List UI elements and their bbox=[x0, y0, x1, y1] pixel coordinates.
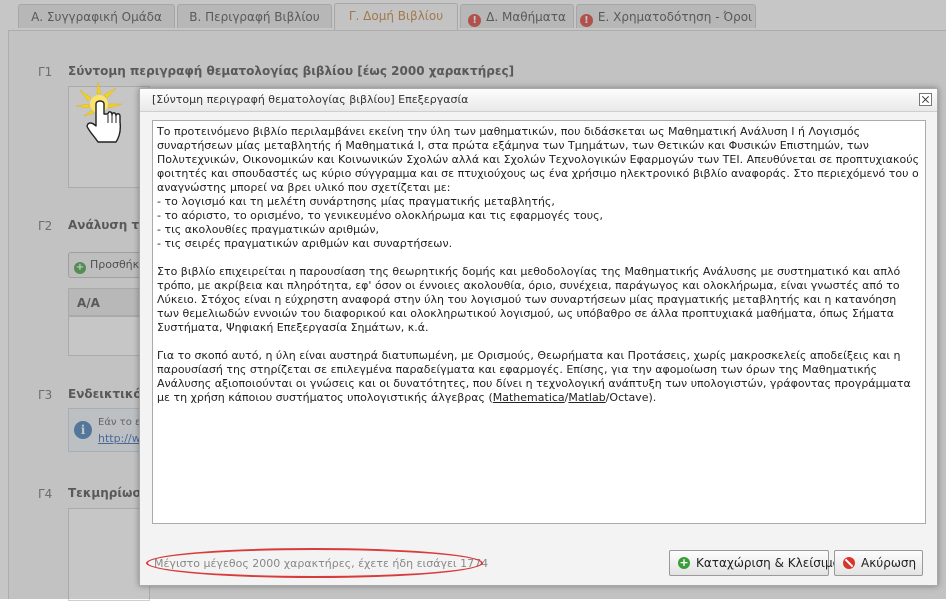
plus-icon bbox=[678, 556, 690, 569]
paragraph-text: /Octave). bbox=[605, 391, 657, 404]
close-icon[interactable] bbox=[919, 93, 932, 106]
text-paragraph: Για το σκοπό αυτό, η ύλη είναι αυστηρά δ… bbox=[157, 349, 921, 405]
edit-dialog: [Σύντομη περιγραφή θεματολογίας βιβλίου]… bbox=[139, 88, 938, 586]
spellcheck-word: Mathematica bbox=[492, 391, 565, 404]
save-close-button[interactable]: Καταχώριση & Κλείσιμο bbox=[669, 550, 840, 576]
spellcheck-word: Matlab bbox=[568, 391, 606, 404]
save-close-label: Καταχώριση & Κλείσιμο bbox=[696, 556, 840, 570]
description-textarea[interactable]: Το προτεινόμενο βιβλίο περιλαμβάνει εκεί… bbox=[152, 120, 926, 524]
cancel-icon bbox=[843, 557, 855, 569]
text-paragraph: Το προτεινόμενο βιβλίο περιλαμβάνει εκεί… bbox=[157, 125, 920, 250]
cancel-label: Ακύρωση bbox=[861, 556, 917, 570]
cancel-button[interactable]: Ακύρωση bbox=[834, 550, 923, 576]
text-paragraph: Στο βιβλίο επιχειρείται η παρουσίαση της… bbox=[157, 265, 904, 334]
highlight-ellipse bbox=[146, 548, 483, 578]
hand-cursor-icon bbox=[75, 81, 128, 148]
dialog-title: [Σύντομη περιγραφή θεματολογίας βιβλίου]… bbox=[152, 93, 469, 106]
dialog-titlebar[interactable]: [Σύντομη περιγραφή θεματολογίας βιβλίου]… bbox=[140, 89, 937, 112]
